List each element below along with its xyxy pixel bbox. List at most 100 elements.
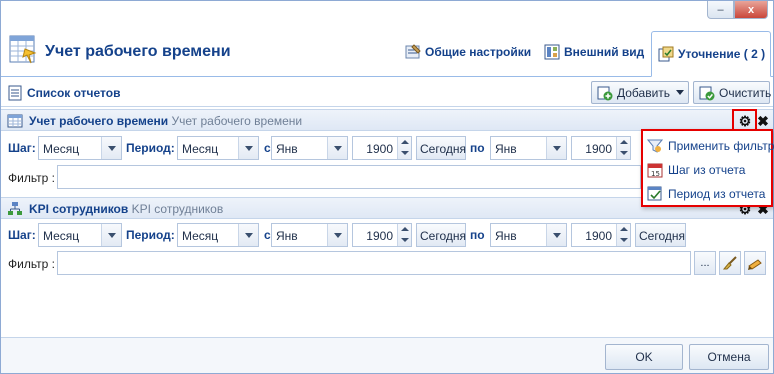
report-dialog: – x Учет рабочего времени Общие настройк… [0,0,774,374]
chevron-down-icon [238,137,258,159]
menu-item-apply-filter[interactable]: Применить фильтр [647,135,774,157]
chevron-down-icon [327,137,347,159]
ok-button[interactable]: OK [605,344,683,370]
period-icon [647,186,662,201]
tab-label: Общие настройки [425,45,532,59]
close-window-button[interactable]: x [734,1,768,19]
step-label: Шаг: [8,228,36,242]
tab-general-settings[interactable]: Общие настройки [405,41,531,63]
report-context-menu: Применить фильтр 15 Шаг из отчета Период… [641,129,774,207]
org-chart-icon [8,202,22,215]
report-params-row: Шаг: Месяц Период: Месяц с Янв 1900 Сего… [1,220,773,250]
tab-appearance[interactable]: Внешний вид [544,41,644,63]
to-month-select[interactable]: Янв [490,136,567,160]
today-button[interactable]: Сегодня [416,223,466,247]
add-report-button[interactable]: Добавить [591,81,689,104]
filter-label: Фильтр : [8,171,55,185]
chevron-down-icon [546,224,566,246]
report-subtitle: Учет рабочего времени [171,114,303,128]
report-subtitle: KPI сотрудников [131,202,224,216]
from-year-value: 1900 [366,142,393,156]
filter-label: Фильтр : [8,257,55,271]
browse-button[interactable]: ... [694,251,716,275]
period-label: Период: [126,228,175,242]
menu-item-period-from-report[interactable]: Период из отчета [647,183,765,205]
grid-icon [7,114,23,128]
period-value: Месяц [182,229,219,243]
refine-icon [658,46,674,62]
to-year-value: 1900 [585,229,612,243]
gear-highlight [732,109,757,131]
tab-label: Внешний вид [564,45,645,59]
cancel-button[interactable]: Отмена [689,344,769,370]
today-end-button[interactable]: Сегодня [635,223,686,247]
step-select[interactable]: Месяц [38,136,122,160]
calendar-icon: 15 [647,163,663,178]
spinner-arrows-icon[interactable] [616,224,630,246]
pencil-button[interactable] [744,251,766,275]
menu-item-label: Шаг из отчета [668,163,746,177]
period-select[interactable]: Месяц [177,223,259,247]
clear-button[interactable]: Очистить [693,81,772,104]
dialog-footer: OK Отмена [1,337,773,373]
minimize-button[interactable]: – [707,1,734,19]
step-label: Шаг: [8,141,36,155]
report-title: KPI сотрудников KPI сотрудников [29,202,223,216]
broom-button[interactable] [719,251,741,275]
spinner-arrows-icon[interactable] [616,137,630,159]
to-year-spinner[interactable]: 1900 [571,223,631,247]
to-label: по [470,228,485,242]
today-button[interactable]: Сегодня [416,136,466,160]
step-select[interactable]: Месяц [38,223,122,247]
chevron-down-icon [546,137,566,159]
from-year-spinner[interactable]: 1900 [352,223,412,247]
chevron-down-icon [238,224,258,246]
period-label: Период: [126,141,175,155]
report-name: Учет рабочего времени [29,114,169,128]
svg-text:15: 15 [651,170,660,178]
from-month-select[interactable]: Янв [271,136,348,160]
tab-refinement[interactable]: Уточнение ( 2 ) [651,31,771,77]
menu-item-label: Применить фильтр [668,139,774,153]
from-month-value: Янв [276,142,298,156]
filter-input[interactable] [57,251,691,275]
to-month-select[interactable]: Янв [490,223,567,247]
from-year-spinner[interactable]: 1900 [352,136,412,160]
menu-item-step-from-report[interactable]: 15 Шаг из отчета [647,159,745,181]
from-label: с [264,228,271,242]
to-month-value: Янв [495,142,517,156]
from-month-value: Янв [276,229,298,243]
report-title: Учет рабочего времени Учет рабочего врем… [29,114,302,128]
spinner-arrows-icon[interactable] [397,137,411,159]
chevron-down-icon [327,224,347,246]
page-title: Учет рабочего времени [45,43,231,60]
tab-label: Уточнение ( 2 ) [678,47,766,61]
timesheet-icon [9,35,37,64]
list-icon [8,85,22,101]
filter-input[interactable] [57,165,641,189]
pencil-icon [748,259,762,270]
report-filter-row: Фильтр : ... [1,249,773,279]
clear-icon [699,86,715,100]
settings-icon [405,44,421,59]
reports-list-text: Список отчетов [27,86,121,100]
add-report-label: Добавить [617,85,671,100]
step-value: Месяц [43,229,80,243]
spinner-arrows-icon[interactable] [397,224,411,246]
from-year-value: 1900 [366,229,393,243]
reports-toolbar: Список отчетов Добавить Очистить [1,79,773,107]
from-month-select[interactable]: Янв [271,223,348,247]
report-panel-header: Учет рабочего времени Учет рабочего врем… [1,109,773,131]
chevron-down-icon [101,137,121,159]
clear-label: Очистить [719,85,772,100]
period-select[interactable]: Месяц [177,136,259,160]
to-year-spinner[interactable]: 1900 [571,136,631,160]
step-value: Месяц [43,142,80,156]
period-value: Месяц [182,142,219,156]
to-year-value: 1900 [585,142,612,156]
to-label: по [470,141,485,155]
report-name: KPI сотрудников [29,202,129,216]
add-icon [597,86,613,100]
close-icon[interactable]: ✖ [755,113,771,129]
chevron-down-icon [101,224,121,246]
